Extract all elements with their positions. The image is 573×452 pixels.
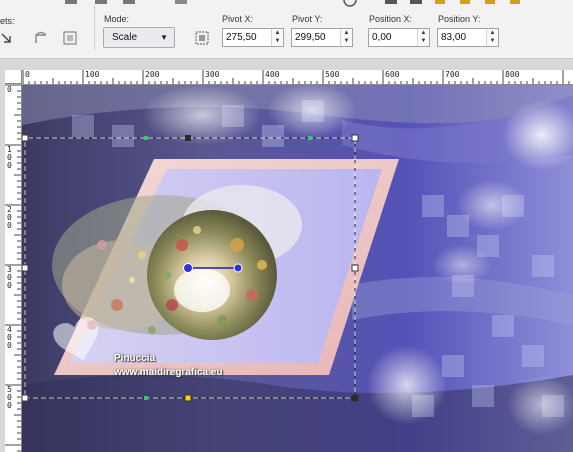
toolbar-top-icons: [65, 0, 520, 7]
pivot-x-field[interactable]: 275,50 ▲ ▼: [222, 28, 284, 47]
ruler-tick-label: 1 0 0: [7, 145, 12, 170]
ruler-tick-label: 4 0 0: [7, 325, 12, 350]
ruler-tick-label: 0: [25, 70, 30, 79]
ruler-tick-label: 2 0 0: [7, 205, 12, 230]
position-x-label: Position X:: [369, 14, 413, 24]
mode-select[interactable]: Scale ▼: [103, 27, 175, 48]
pivot-y-label: Pivot Y:: [292, 14, 323, 24]
presets-label: ets:: [0, 16, 15, 26]
vertical-ruler[interactable]: 0 1 0 0 2 0 0 3 0 0 4 0 0 5 0 0: [5, 84, 22, 452]
pivot-y-spinner[interactable]: ▲ ▼: [340, 29, 352, 46]
pivot-reset-icon[interactable]: [193, 29, 211, 47]
position-y-field[interactable]: 83,00 ▲ ▼: [437, 28, 499, 47]
position-y-label: Position Y:: [438, 14, 481, 24]
ruler-tick-label: 600: [385, 70, 400, 79]
watermark-url: www.maidiregrafica.eu: [114, 367, 223, 378]
mode-label: Mode:: [104, 14, 130, 24]
pivot-y-value: 299,50: [295, 32, 326, 43]
reset-icon[interactable]: [32, 29, 50, 47]
presets-icon[interactable]: [0, 30, 18, 48]
ruler-tick-label: 700: [445, 70, 460, 79]
ruler-tick-label: 800: [505, 70, 520, 79]
pivot-y-field[interactable]: 299,50 ▲ ▼: [291, 28, 353, 47]
toolbar-separator: [94, 6, 95, 50]
watermark-name: Pinuccia: [114, 353, 156, 364]
ruler-tick-label: 0: [7, 85, 12, 94]
chevron-down-icon: ▼: [160, 33, 168, 42]
image-canvas[interactable]: [22, 85, 573, 452]
pivot-x-value: 275,50: [226, 32, 257, 43]
position-y-value: 83,00: [441, 32, 467, 43]
ruler-tick-label: 400: [265, 70, 280, 79]
canvas-artwork: [22, 85, 573, 452]
tool-options-toolbar: ets: Mode: Scale ▼ Pivot X: 275,50 ▲ ▼ Pi…: [0, 0, 573, 59]
mode-select-value: Scale: [112, 32, 138, 43]
ruler-corner: [5, 70, 22, 84]
ruler-tick-label: 300: [205, 70, 220, 79]
position-y-spinner[interactable]: ▲ ▼: [486, 29, 498, 46]
position-x-value: 0,00: [372, 32, 392, 43]
ruler-tick-label: 100: [85, 70, 100, 79]
ruler-tick-label: 3 0 0: [7, 265, 12, 290]
transform-icon[interactable]: [61, 29, 79, 47]
horizontal-ruler[interactable]: 0 100 200 300 400 500 600 700 800: [22, 70, 573, 85]
position-x-field[interactable]: 0,00 ▲ ▼: [368, 28, 430, 47]
position-x-spinner[interactable]: ▲ ▼: [417, 29, 429, 46]
ruler-tick-label: 500: [325, 70, 340, 79]
pivot-x-spinner[interactable]: ▲ ▼: [271, 29, 283, 46]
ruler-tick-label: 200: [145, 70, 160, 79]
horizontal-ruler-ticks: [22, 70, 570, 84]
ruler-tick-label: 5 0 0: [7, 385, 12, 410]
pivot-x-label: Pivot X:: [222, 14, 254, 24]
